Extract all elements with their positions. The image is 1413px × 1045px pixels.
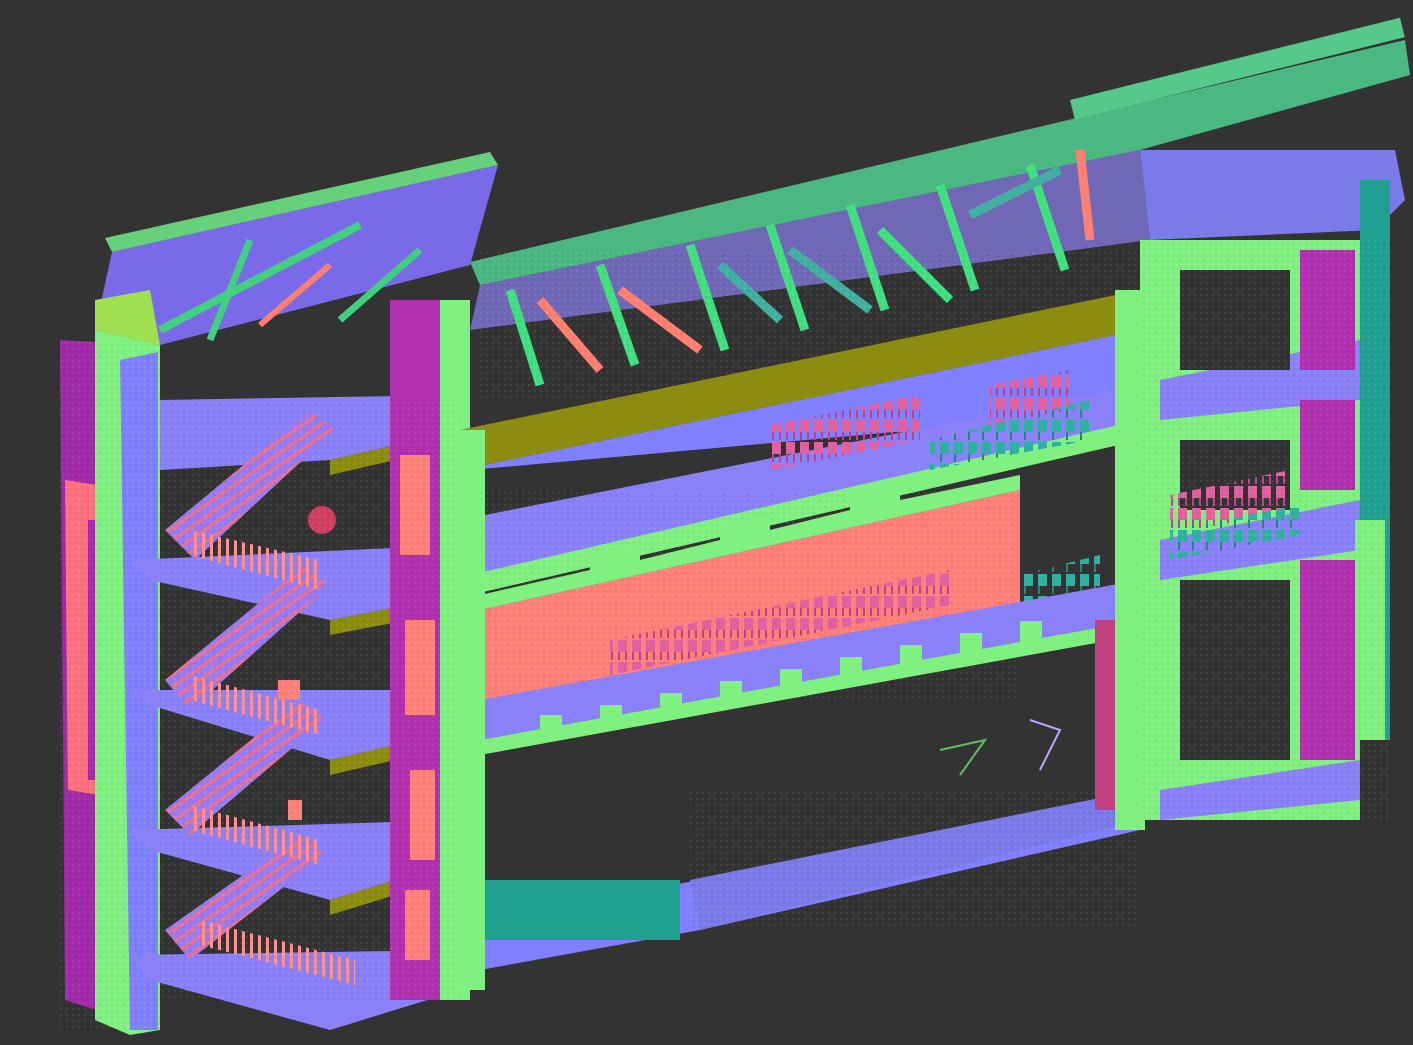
left-facade bbox=[60, 330, 160, 1035]
3d-viewport[interactable] bbox=[0, 0, 1413, 1045]
building-section-render bbox=[60, 17, 1410, 1035]
stair-tower bbox=[130, 300, 470, 1030]
right-wing bbox=[1140, 180, 1390, 820]
